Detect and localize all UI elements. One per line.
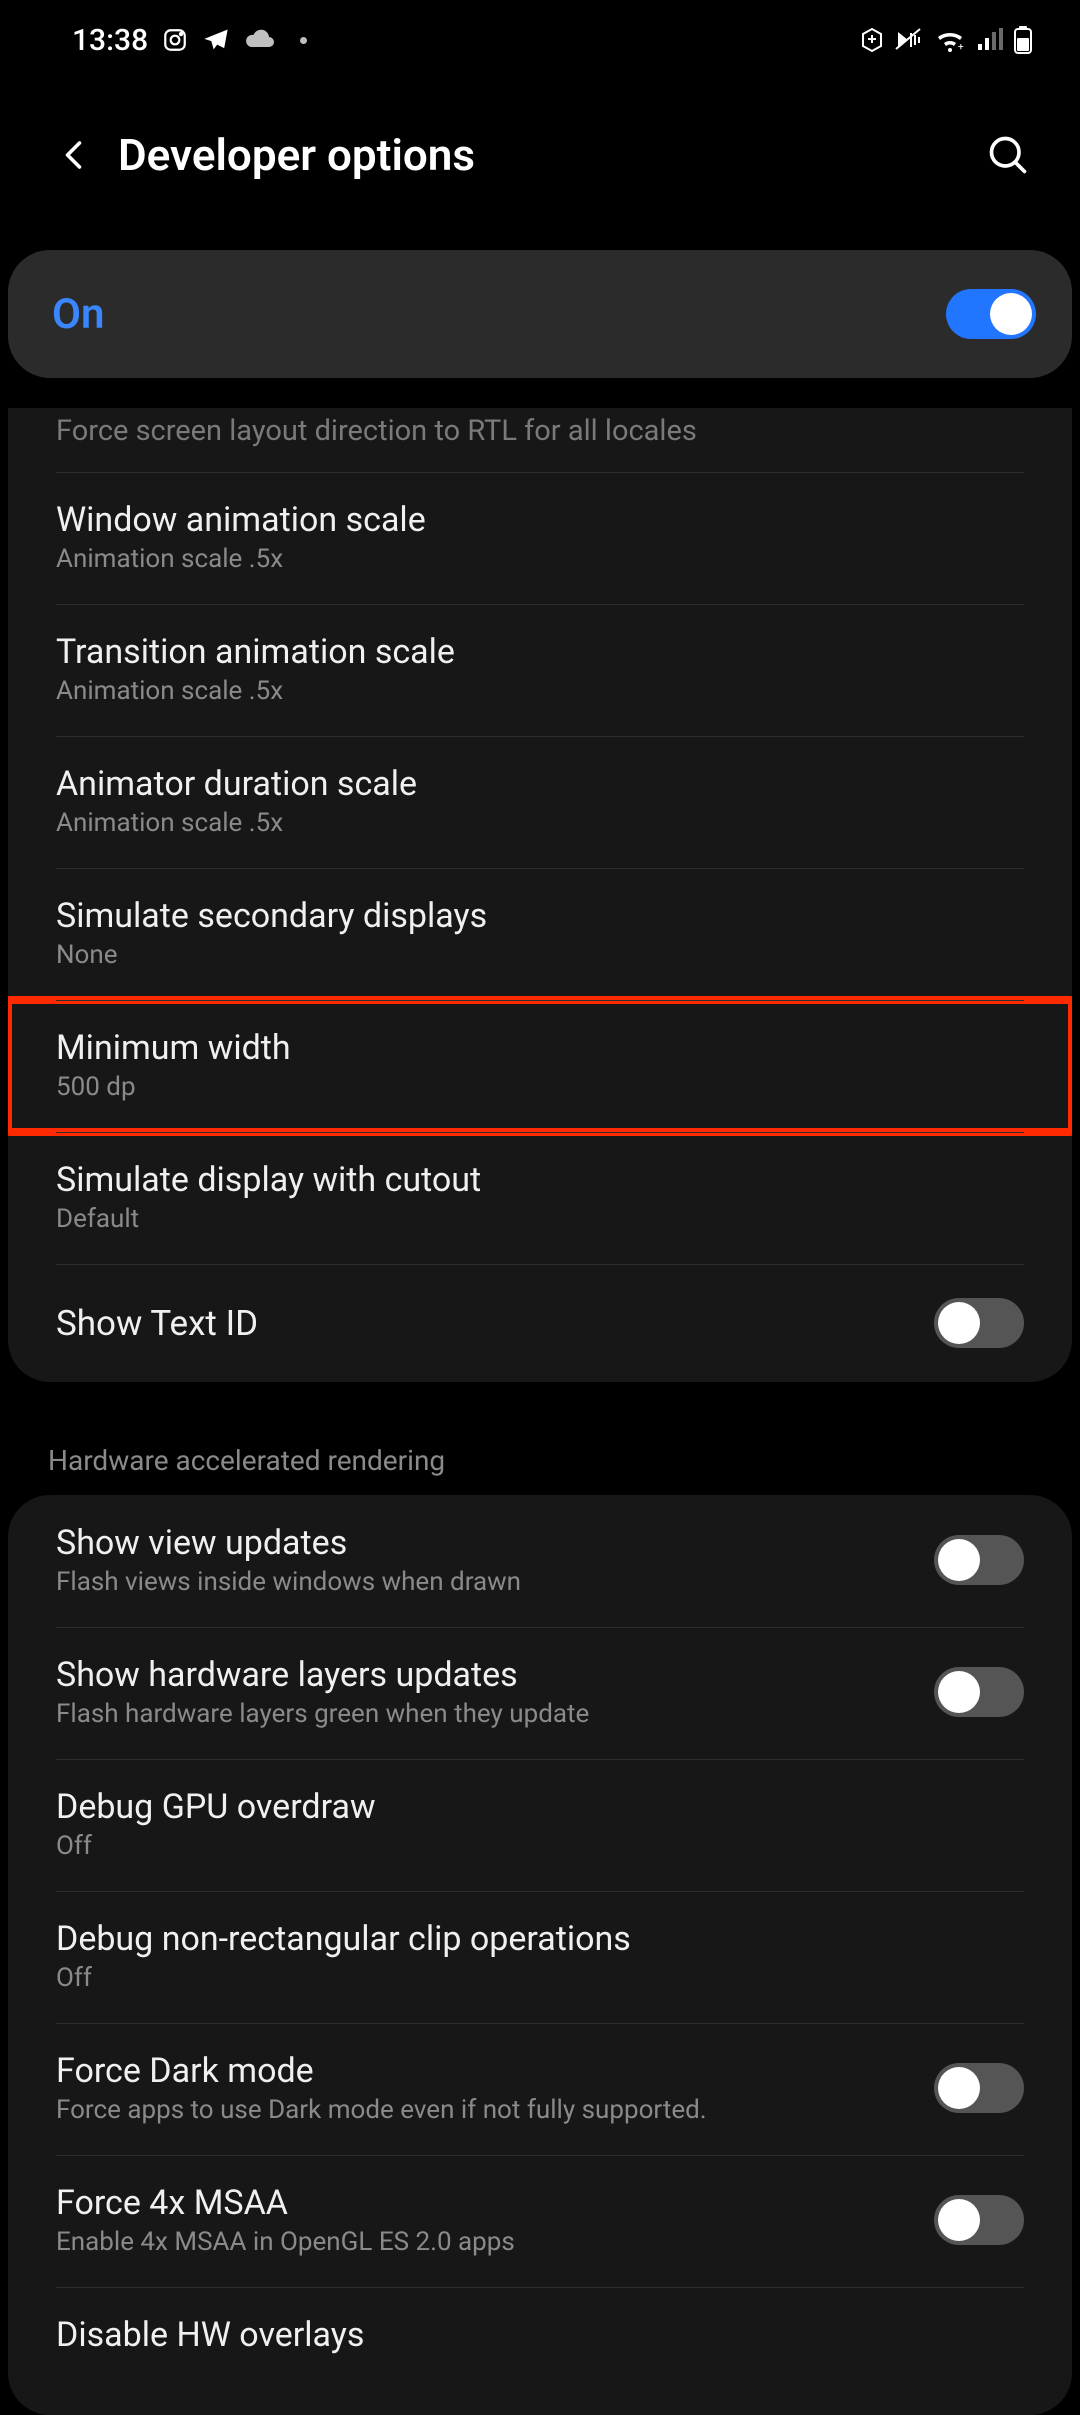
setting-subtitle: Off: [56, 1831, 376, 1861]
vibrate-icon: [894, 27, 924, 53]
status-dot-icon: [300, 37, 307, 44]
setting-subtitle: 500 dp: [56, 1072, 291, 1102]
setting-title: Debug non-rectangular clip operations: [56, 1919, 631, 1959]
setting-title: Force Dark mode: [56, 2051, 707, 2091]
hardware-accel-card: Show view updates Flash views inside win…: [8, 1495, 1072, 2415]
setting-title: Simulate display with cutout: [56, 1160, 481, 1200]
setting-title: Minimum width: [56, 1028, 291, 1068]
data-saver-icon: [860, 27, 884, 53]
svg-text:+: +: [958, 42, 964, 52]
setting-subtitle: Animation scale .5x: [56, 676, 455, 706]
setting-subtitle: None: [56, 940, 487, 970]
simulate-display-cutout-row[interactable]: Simulate display with cutout Default: [8, 1132, 1072, 1264]
show-view-updates-row[interactable]: Show view updates Flash views inside win…: [8, 1495, 1072, 1627]
setting-title: Force 4x MSAA: [56, 2183, 515, 2223]
setting-subtitle: Flash views inside windows when drawn: [56, 1567, 521, 1597]
search-button[interactable]: [976, 123, 1040, 187]
show-hw-layers-toggle[interactable]: [934, 1667, 1024, 1717]
show-text-id-toggle[interactable]: [934, 1298, 1024, 1348]
window-animation-scale-row[interactable]: Window animation scale Animation scale .…: [8, 472, 1072, 604]
force-4x-msaa-toggle[interactable]: [934, 2195, 1024, 2245]
setting-title: Simulate secondary displays: [56, 896, 487, 936]
status-left: 13:38: [72, 23, 307, 58]
force-rtl-partial-row[interactable]: Force screen layout direction to RTL for…: [8, 414, 1072, 472]
status-right: +: [860, 26, 1032, 54]
show-hw-layers-row[interactable]: Show hardware layers updates Flash hardw…: [8, 1627, 1072, 1759]
setting-subtitle: Off: [56, 1963, 631, 1993]
setting-subtitle: Force apps to use Dark mode even if not …: [56, 2095, 707, 2125]
force-dark-mode-toggle[interactable]: [934, 2063, 1024, 2113]
setting-title: Animator duration scale: [56, 764, 417, 804]
setting-title: Show view updates: [56, 1523, 521, 1563]
master-toggle-label: On: [52, 290, 104, 339]
status-time: 13:38: [72, 23, 148, 58]
battery-icon: [1014, 26, 1032, 54]
settings-scroll-area[interactable]: Force screen layout direction to RTL for…: [0, 408, 1080, 2415]
force-4x-msaa-row[interactable]: Force 4x MSAA Enable 4x MSAA in OpenGL E…: [8, 2155, 1072, 2287]
cloud-icon: [244, 29, 276, 51]
minimum-width-row[interactable]: Minimum width 500 dp: [8, 1000, 1072, 1132]
master-toggle-switch[interactable]: [946, 289, 1036, 339]
setting-title: Disable HW overlays: [56, 2315, 364, 2355]
drawing-settings-card: Force screen layout direction to RTL for…: [8, 408, 1072, 1382]
page-title: Developer options: [118, 129, 976, 181]
setting-subtitle: Default: [56, 1204, 481, 1234]
setting-title: Show Text ID: [56, 1303, 258, 1344]
developer-options-master-toggle[interactable]: On: [8, 250, 1072, 378]
setting-title: Debug GPU overdraw: [56, 1787, 376, 1827]
animator-duration-scale-row[interactable]: Animator duration scale Animation scale …: [8, 736, 1072, 868]
signal-icon: [976, 28, 1004, 52]
hardware-accel-section-header: Hardware accelerated rendering: [0, 1414, 1080, 1495]
simulate-secondary-displays-row[interactable]: Simulate secondary displays None: [8, 868, 1072, 1000]
telegram-icon: [202, 26, 230, 54]
debug-non-rect-clip-row[interactable]: Debug non-rectangular clip operations Of…: [8, 1891, 1072, 2023]
debug-gpu-overdraw-row[interactable]: Debug GPU overdraw Off: [8, 1759, 1072, 1891]
page-header: Developer options: [0, 80, 1080, 250]
setting-subtitle: Animation scale .5x: [56, 544, 426, 574]
back-button[interactable]: [40, 120, 110, 190]
setting-subtitle: Animation scale .5x: [56, 808, 417, 838]
setting-title: Transition animation scale: [56, 632, 455, 672]
setting-title: Show hardware layers updates: [56, 1655, 589, 1695]
setting-subtitle: Flash hardware layers green when they up…: [56, 1699, 589, 1729]
setting-title: Window animation scale: [56, 500, 426, 540]
disable-hw-overlays-row[interactable]: Disable HW overlays: [8, 2287, 1072, 2415]
force-rtl-label: Force screen layout direction to RTL for…: [56, 414, 697, 448]
status-bar: 13:38: [0, 0, 1080, 80]
force-dark-mode-row[interactable]: Force Dark mode Force apps to use Dark m…: [8, 2023, 1072, 2155]
setting-subtitle: Enable 4x MSAA in OpenGL ES 2.0 apps: [56, 2227, 515, 2257]
instagram-icon: [162, 27, 188, 53]
transition-animation-scale-row[interactable]: Transition animation scale Animation sca…: [8, 604, 1072, 736]
wifi-icon: +: [934, 28, 966, 52]
show-view-updates-toggle[interactable]: [934, 1535, 1024, 1585]
show-text-id-row[interactable]: Show Text ID: [8, 1264, 1072, 1382]
